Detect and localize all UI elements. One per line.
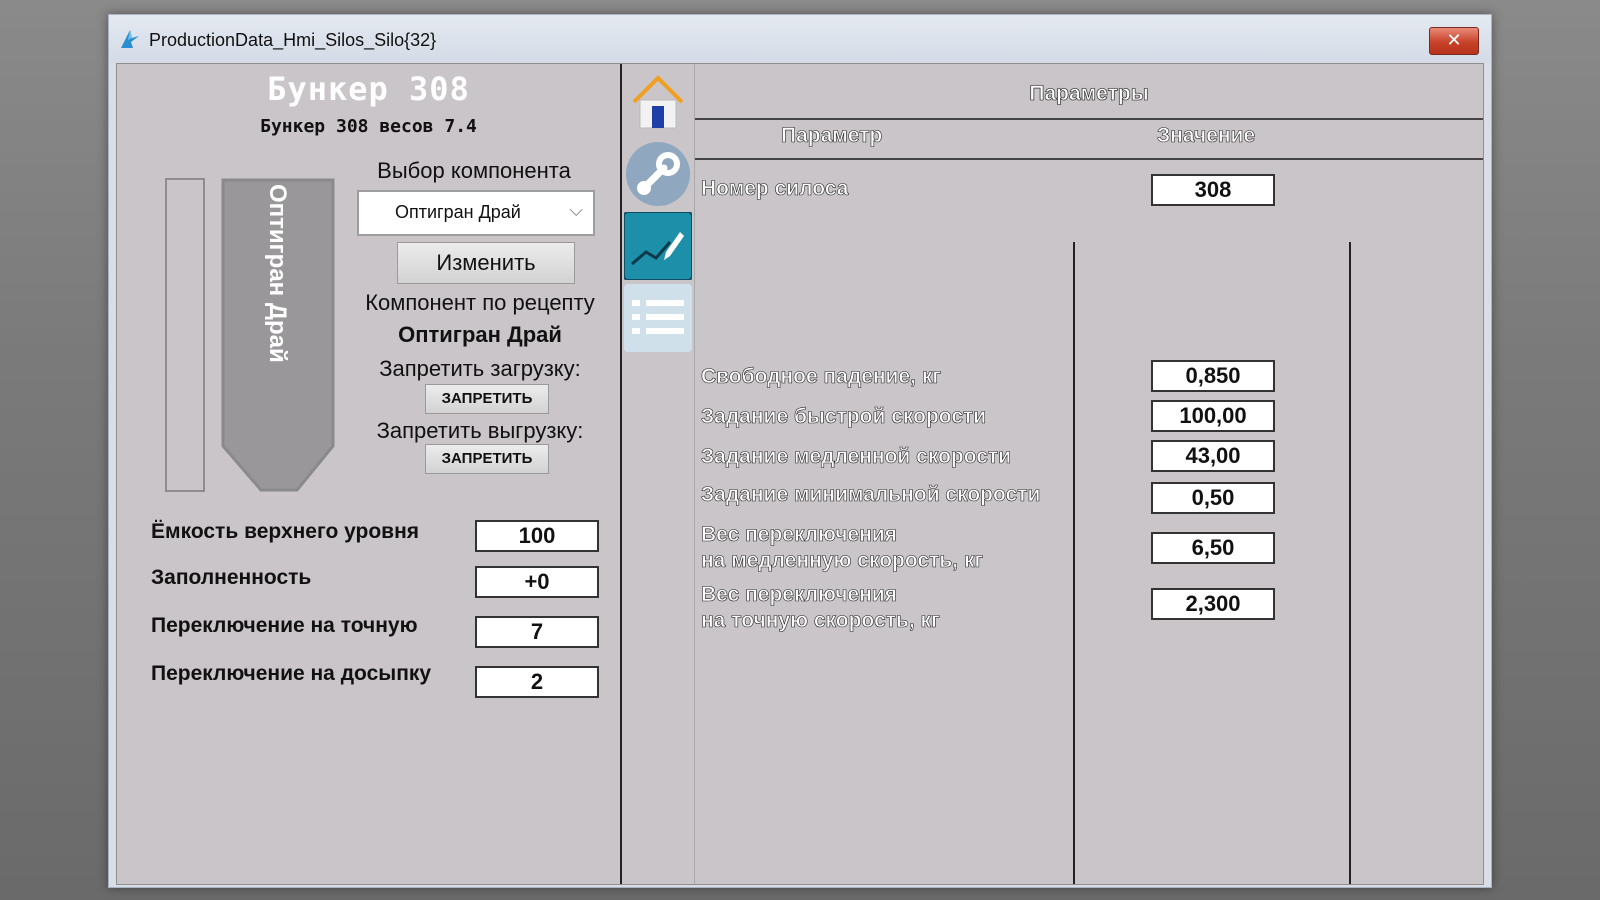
parameters-panel: Параметры Параметр Значение Номер силоса… <box>695 64 1483 884</box>
param-label: Задание быстрой скорости <box>701 405 987 429</box>
precise-switch-weight-field[interactable]: 2,300 <box>1151 588 1275 620</box>
field-label: Переключение на точную <box>151 614 418 637</box>
wrench-icon <box>626 142 690 206</box>
column-divider <box>1073 242 1075 884</box>
fill-level-field[interactable]: +0 <box>475 566 599 598</box>
close-button[interactable]: ✕ <box>1429 27 1479 55</box>
divider <box>695 118 1483 120</box>
param-label: Вес переключения на медленную скорость, … <box>701 523 984 573</box>
switch-to-topup-field[interactable]: 2 <box>475 666 599 698</box>
component-select-label: Выбор компонента <box>377 158 571 183</box>
title-bar: ProductionData_Hmi_Silos_Silo{32} ✕ <box>109 15 1491 63</box>
app-icon <box>121 30 139 48</box>
settings-button[interactable] <box>624 140 692 208</box>
silo-number-field[interactable]: 308 <box>1151 174 1275 206</box>
chart-edit-icon <box>623 211 693 281</box>
param-label: Вес переключения на точную скорость, кг <box>701 583 940 633</box>
component-select[interactable]: Оптигран Драй ⌵ <box>357 190 595 236</box>
field-label: Ёмкость верхнего уровня <box>151 520 420 543</box>
forbid-load-button[interactable]: ЗАПРЕТИТЬ <box>425 384 549 414</box>
client-area: Бункер 308 Бункер 308 весов 7.4 Оптигран… <box>116 63 1484 885</box>
home-icon <box>624 68 692 136</box>
slow-speed-field[interactable]: 43,00 <box>1151 440 1275 472</box>
list-button[interactable] <box>624 284 692 352</box>
parameters-title: Параметры <box>1029 82 1149 106</box>
field-label: Переключение на досыпку <box>151 662 432 685</box>
divider <box>695 158 1483 160</box>
silo-material-label: Оптигран Драй <box>264 184 291 363</box>
slow-switch-weight-field[interactable]: 6,50 <box>1151 532 1275 564</box>
min-speed-field[interactable]: 0,50 <box>1151 482 1275 514</box>
parameters-button[interactable] <box>623 211 693 281</box>
nav-strip <box>622 64 695 884</box>
bunker-panel: Бункер 308 Бункер 308 весов 7.4 Оптигран… <box>117 64 622 884</box>
free-fall-field[interactable]: 0,850 <box>1151 360 1275 392</box>
fast-speed-field[interactable]: 100,00 <box>1151 400 1275 432</box>
chevron-down-icon: ⌵ <box>569 200 583 221</box>
level-indicator <box>165 178 205 492</box>
forbid-load-label: Запретить загрузку: <box>379 356 581 381</box>
home-button[interactable] <box>624 68 692 136</box>
change-button[interactable]: Изменить <box>397 242 575 284</box>
recipe-component-value: Оптигран Драй <box>398 322 562 347</box>
bunker-subtitle: Бункер 308 весов 7.4 <box>260 116 477 137</box>
list-icon <box>624 284 692 352</box>
param-label: Задание минимальной скорости <box>701 483 1041 507</box>
silo-number-label: Номер силоса <box>701 177 849 201</box>
column-header-value: Значение <box>1157 124 1256 148</box>
window-title: ProductionData_Hmi_Silos_Silo{32} <box>149 30 437 50</box>
switch-to-precise-field[interactable]: 7 <box>475 616 599 648</box>
column-header-parameter: Параметр <box>781 124 883 148</box>
param-label: Задание медленной скорости <box>701 445 1012 469</box>
recipe-component-label: Компонент по рецепту <box>365 290 595 315</box>
column-divider <box>1349 242 1351 884</box>
bunker-title: Бункер 308 <box>267 70 470 108</box>
field-label: Заполненность <box>151 566 312 589</box>
param-label: Свободное падение, кг <box>701 365 942 389</box>
hmi-window: ProductionData_Hmi_Silos_Silo{32} ✕ Бунк… <box>108 14 1492 888</box>
forbid-unload-label: Запретить выгрузку: <box>376 418 584 443</box>
upper-level-capacity-field[interactable]: 100 <box>475 520 599 552</box>
forbid-unload-button[interactable]: ЗАПРЕТИТЬ <box>425 444 549 474</box>
